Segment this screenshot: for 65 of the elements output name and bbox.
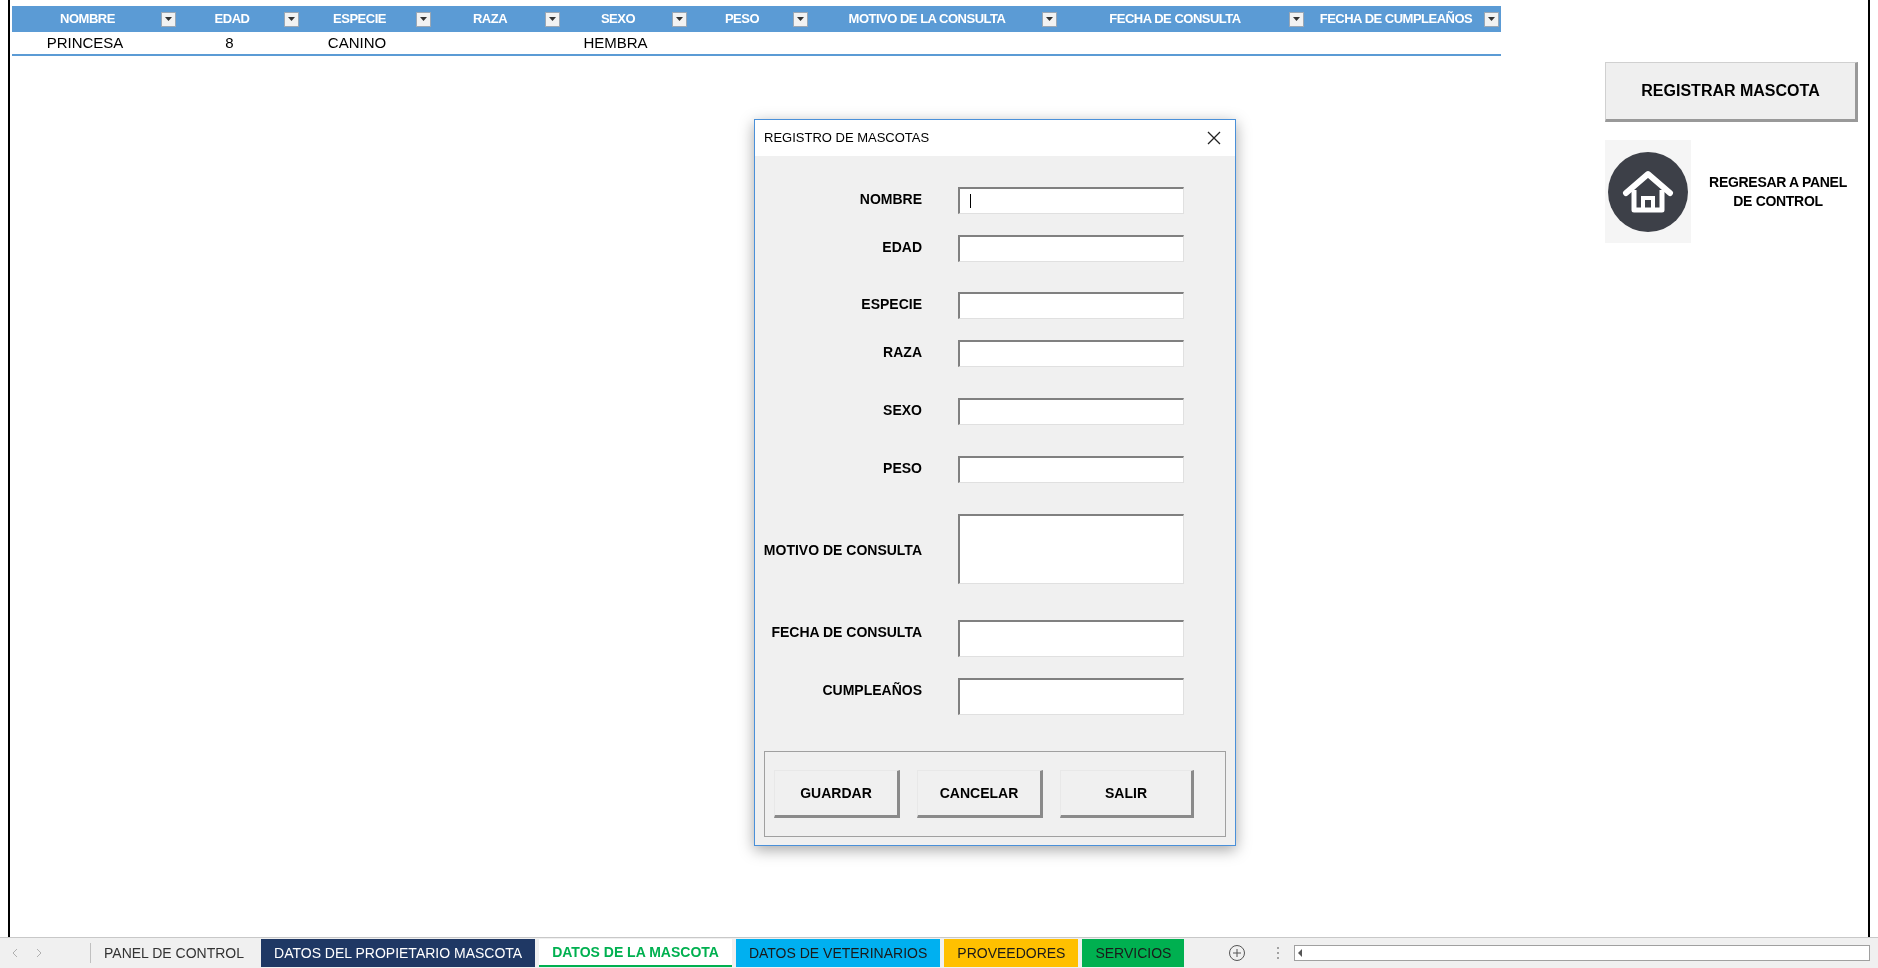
column-header: EDAD xyxy=(213,10,251,29)
filter-dropdown-button[interactable] xyxy=(284,11,299,27)
filter-dropdown-button[interactable] xyxy=(793,11,808,27)
field-label: SEXO xyxy=(882,401,922,420)
input-field[interactable] xyxy=(958,398,1184,425)
caret-icon xyxy=(797,17,804,21)
column-header: FECHA DE CUMPLEAÑOS xyxy=(1318,10,1474,29)
sheet-tab[interactable]: DATOS DE VETERINARIOS xyxy=(735,939,941,967)
filter-dropdown-button[interactable] xyxy=(161,11,176,27)
table-cell-text: PRINCESA xyxy=(46,32,124,53)
input-field[interactable] xyxy=(958,292,1184,319)
filter-dropdown-button[interactable] xyxy=(1484,11,1499,27)
input-field[interactable] xyxy=(958,620,1184,657)
caret-icon xyxy=(420,17,427,21)
home-link[interactable]: REGRESAR A PANEL DE CONTROL xyxy=(1699,172,1857,211)
caret-icon xyxy=(288,17,295,21)
filter-dropdown-button[interactable] xyxy=(672,11,687,27)
dialog-button[interactable]: GUARDAR xyxy=(774,770,900,818)
input-field[interactable] xyxy=(958,514,1184,584)
input-field[interactable] xyxy=(958,678,1184,715)
column-header: FECHA DE CONSULTA xyxy=(1108,10,1242,29)
sheet-tab[interactable]: DATOS DEL PROPIETARIO MASCOTA xyxy=(261,939,536,967)
input-field[interactable] xyxy=(958,456,1184,483)
input-field[interactable] xyxy=(958,187,1184,214)
column-header: ESPECIE xyxy=(332,10,387,29)
filter-dropdown-button[interactable] xyxy=(1289,11,1304,27)
table-cell-text: CANINO xyxy=(327,32,387,53)
caret-icon xyxy=(1293,17,1300,21)
dialog-button[interactable]: SALIR xyxy=(1060,770,1194,818)
column-header: RAZA xyxy=(471,10,509,29)
close-icon xyxy=(1207,131,1221,145)
field-label: EDAD xyxy=(881,238,922,257)
column-header: SEXO xyxy=(599,10,637,29)
filter-dropdown-button[interactable] xyxy=(545,11,560,27)
field-label: ESPECIE xyxy=(860,295,922,314)
table-cell-text: HEMBRA xyxy=(583,32,648,53)
field-label: CUMPLEAÑOS xyxy=(821,681,922,700)
field-label: NOMBRE xyxy=(858,190,922,209)
input-field[interactable] xyxy=(958,340,1184,367)
caret-icon xyxy=(549,17,556,21)
register-button[interactable]: REGISTRAR MASCOTA xyxy=(1605,62,1858,122)
column-header: PESO xyxy=(723,10,761,29)
sheet-tab[interactable]: SERVICIOS xyxy=(1082,939,1185,967)
input-field[interactable] xyxy=(958,235,1184,262)
caret-icon xyxy=(1488,17,1495,21)
dialog-button[interactable]: CANCELAR xyxy=(917,770,1043,818)
caret-icon xyxy=(676,17,683,21)
scroll-left-icon[interactable] xyxy=(1298,949,1304,957)
home-icon[interactable] xyxy=(1608,151,1688,232)
add-sheet-icon[interactable] xyxy=(1228,944,1247,962)
column-header: NOMBRE xyxy=(59,10,116,29)
caret-icon xyxy=(1046,17,1053,21)
horizontal-scrollbar[interactable] xyxy=(1294,945,1870,961)
field-label: PESO xyxy=(882,459,922,478)
column-header: MOTIVO DE LA CONSULTA xyxy=(847,10,1007,29)
sheet-tab[interactable]: PROVEEDORES xyxy=(944,939,1079,967)
field-label: FECHA DE CONSULTA xyxy=(770,623,922,642)
sheet-tab[interactable]: PANEL DE CONTROL xyxy=(91,939,258,967)
filter-dropdown-button[interactable] xyxy=(1042,11,1057,27)
caret-icon xyxy=(165,17,172,21)
table-cell-text: 8 xyxy=(225,32,234,53)
field-label: RAZA xyxy=(882,343,922,362)
dialog-title: REGISTRO DE MASCOTAS xyxy=(764,129,930,148)
filter-dropdown-button[interactable] xyxy=(416,11,431,27)
field-label: MOTIVO DE CONSULTA xyxy=(762,540,922,560)
